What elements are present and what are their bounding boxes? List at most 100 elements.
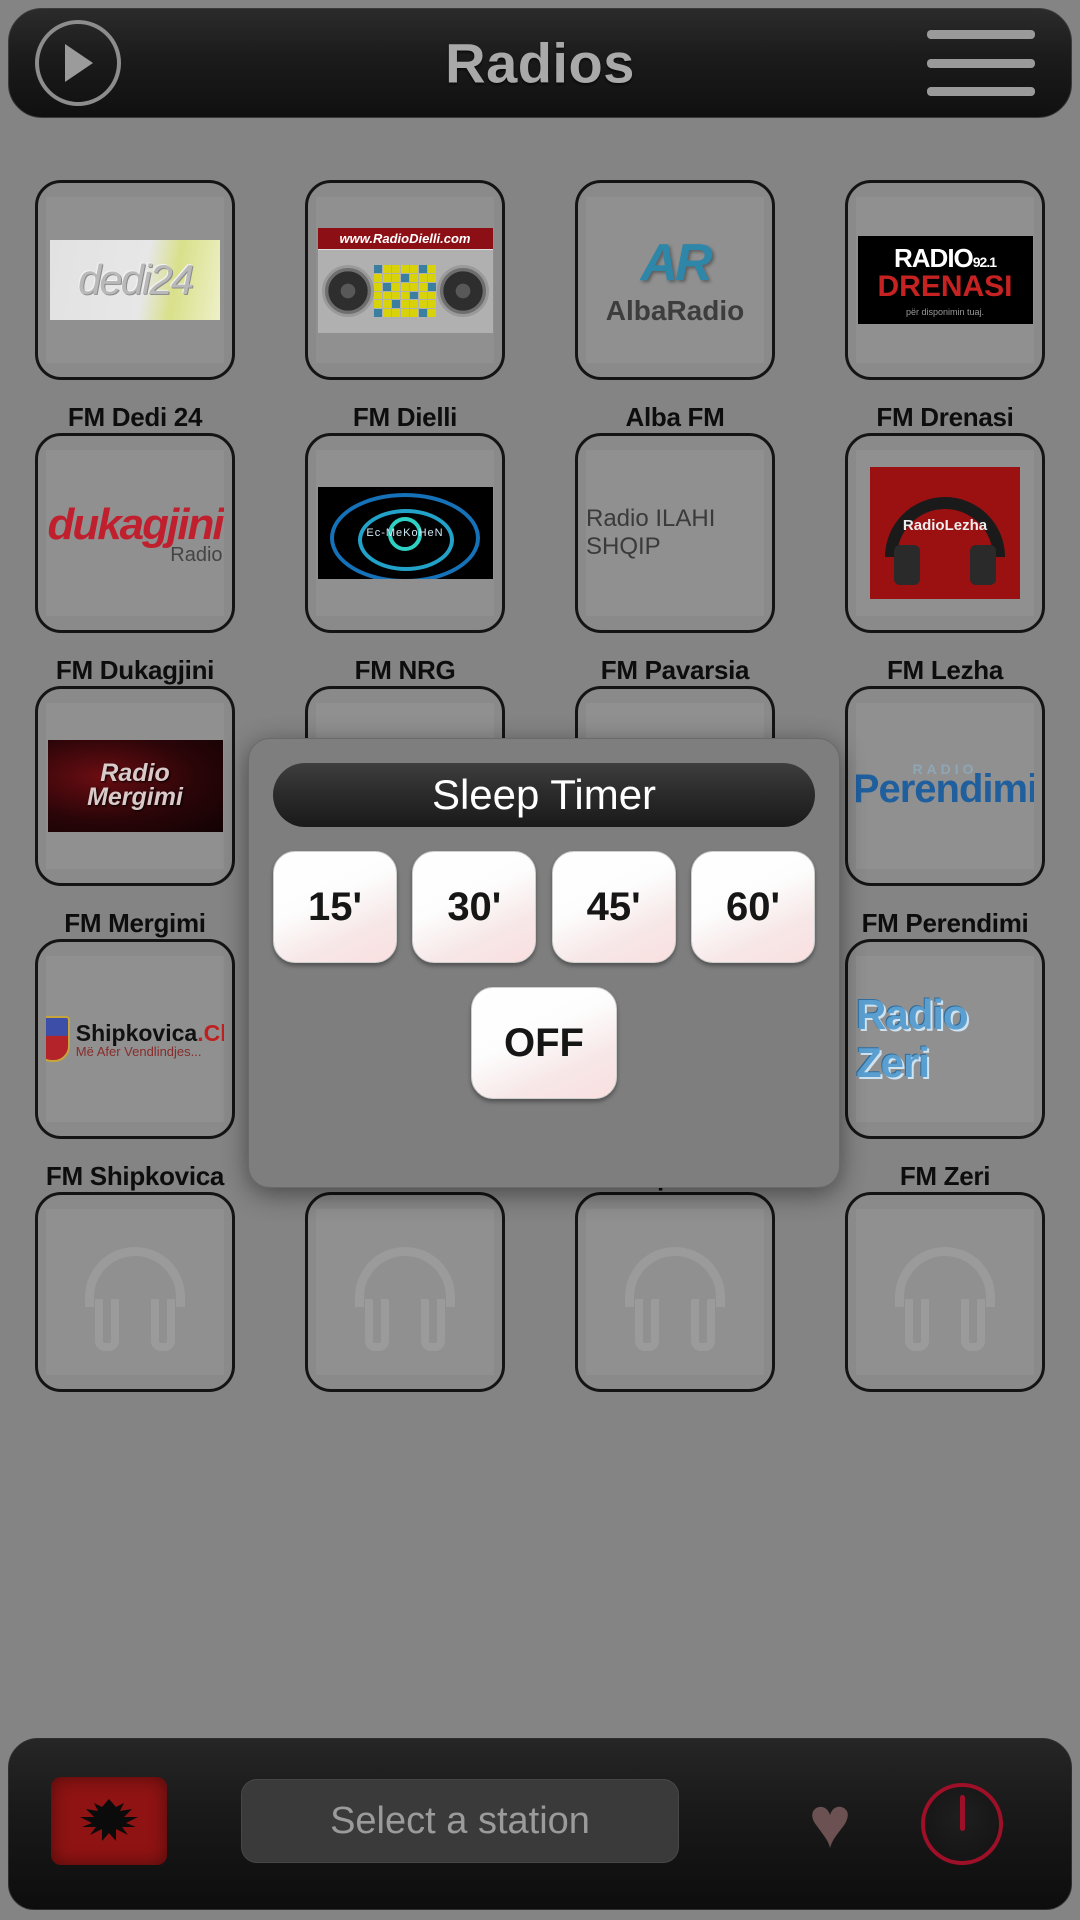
station-cell: Radio Zeri FM Zeri: [810, 939, 1080, 1192]
station-logo-art: RadioLezha: [870, 467, 1020, 599]
select-station-field[interactable]: Select a station: [241, 1779, 679, 1863]
station-cell: [540, 1192, 810, 1414]
station-label: FM NRG: [354, 655, 456, 685]
timer-option-45[interactable]: 45': [551, 851, 676, 963]
station-cell: www.RadioDielli.com FM Dielli: [270, 180, 540, 433]
station-cell: RADIO Perendimi FM Perendimi: [810, 686, 1080, 939]
station-tile[interactable]: Radio Zeri: [845, 939, 1045, 1139]
logo-text: dukagjini: [47, 499, 224, 549]
logo-text: Perendimi: [856, 766, 1034, 811]
station-tile[interactable]: RadioLezha: [845, 433, 1045, 633]
station-logo-art: dedi24: [50, 240, 220, 320]
logo-text: AlbaRadio: [605, 295, 745, 326]
timer-options-row: 15' 30' 45' 60': [273, 851, 815, 963]
station-tile[interactable]: dukagjini Radio: [35, 433, 235, 633]
page-title: Radios: [445, 31, 635, 95]
timer-option-15[interactable]: 15': [273, 851, 397, 963]
station-label: FM Pavarsia: [600, 655, 750, 685]
timer-option-30[interactable]: 30': [412, 851, 537, 963]
station-label: FM Drenasi: [876, 402, 1014, 432]
speaker-icon: [321, 265, 374, 317]
logo-tagline: për disponimin tuaj.: [905, 307, 985, 317]
station-cell: Radio ILAHI SHQIP FM Pavarsia: [540, 433, 810, 686]
logo-text: RadioLezha: [902, 516, 988, 534]
station-label: FM Dukagjini: [55, 655, 215, 685]
double-eagle-icon: [80, 1799, 138, 1841]
station-label: FM Dedi 24: [67, 402, 203, 432]
station-logo-art: RADIO Perendimi: [856, 761, 1034, 812]
station-logo-art: Radio ILAHI SHQIP: [586, 505, 716, 560]
station-label: FM Zeri: [899, 1161, 991, 1191]
app-header: Radios: [8, 8, 1072, 118]
station-cell: dedi24 FM Dedi 24: [0, 180, 270, 433]
station-logo-art: Shipkovica.ChMë Afer Vendlindjes...: [46, 1016, 224, 1062]
station-logo-art: Radio Zeri: [856, 991, 969, 1086]
bottom-toolbar: Select a station ♥: [8, 1738, 1072, 1910]
logo-text: Ec-MeKoHeN: [366, 527, 444, 539]
station-cell: Shipkovica.ChMë Afer Vendlindjes... FM Sh…: [0, 939, 270, 1192]
menu-line-2: [927, 58, 1035, 68]
station-tile[interactable]: [845, 1192, 1045, 1392]
station-cell: dukagjini Radio FM Dukagjini: [0, 433, 270, 686]
headphones-placeholder-icon: [885, 1237, 1005, 1351]
station-cell: RadioLezha FM Lezha: [810, 433, 1080, 686]
sleep-timer-dialog: Sleep Timer 15' 30' 45' 60' OFF: [248, 738, 840, 1188]
hamburger-menu-icon[interactable]: [927, 30, 1035, 96]
station-cell: Ec-MeKoHeN FM NRG: [270, 433, 540, 686]
station-label: Alba FM: [625, 402, 725, 432]
equalizer-icon: [374, 265, 436, 317]
logo-text: Shipkovica.Ch: [75, 1019, 224, 1046]
speaker-icon: [436, 265, 489, 317]
station-tile[interactable]: RADIO92.1 DRENASI për disponimin tuaj.: [845, 180, 1045, 380]
station-cell: Radio Mergimi FM Mergimi: [0, 686, 270, 939]
station-cell: AR AlbaRadio Alba FM: [540, 180, 810, 433]
station-logo-art: RADIO92.1 DRENASI për disponimin tuaj.: [857, 236, 1033, 324]
station-tile[interactable]: Ec-MeKoHeN: [305, 433, 505, 633]
station-tile[interactable]: RADIO Perendimi: [845, 686, 1045, 886]
station-logo-art: Ec-MeKoHeN: [317, 487, 493, 579]
station-label: FM Lezha: [886, 655, 1004, 685]
logo-text: dedi24: [77, 256, 194, 303]
heart-icon[interactable]: ♥: [791, 1787, 869, 1859]
station-tile[interactable]: Radio Mergimi: [35, 686, 235, 886]
station-cell: [0, 1192, 270, 1414]
station-tile[interactable]: [305, 1192, 505, 1392]
station-tile[interactable]: AR AlbaRadio: [575, 180, 775, 380]
station-tile[interactable]: Shipkovica.ChMë Afer Vendlindjes...: [35, 939, 235, 1139]
station-label: FM Perendimi: [861, 908, 1029, 938]
station-tile[interactable]: www.RadioDielli.com: [305, 180, 505, 380]
station-label: FM Mergimi: [64, 908, 206, 938]
app-root: Radios dedi24 FM Dedi 24 www.RadioDielli.c…: [0, 0, 1080, 1920]
station-tile[interactable]: Radio ILAHI SHQIP: [575, 433, 775, 633]
albanian-flag-icon[interactable]: [51, 1777, 167, 1865]
station-tile[interactable]: dedi24: [35, 180, 235, 380]
station-cell: RADIO92.1 DRENASI për disponimin tuaj. FM D…: [810, 180, 1080, 433]
headphones-placeholder-icon: [75, 1237, 195, 1351]
station-logo-art: www.RadioDielli.com: [317, 227, 493, 333]
station-tile[interactable]: [575, 1192, 775, 1392]
headphones-placeholder-icon: [615, 1237, 735, 1351]
station-label: FM Shipkovica: [45, 1161, 225, 1191]
logo-mark: AR: [640, 234, 712, 292]
station-logo-art: AR AlbaRadio: [606, 233, 744, 327]
headphones-placeholder-icon: [345, 1237, 465, 1351]
menu-line-3: [927, 87, 1035, 96]
timer-off-row: OFF: [273, 987, 815, 1099]
coat-of-arms-icon: [46, 1016, 70, 1062]
menu-line-1: [927, 30, 1035, 39]
station-cell: [270, 1192, 540, 1414]
timer-option-60[interactable]: 60': [690, 851, 815, 963]
logo-sub: Radio: [170, 543, 223, 566]
logo-text: Radio Mergimi: [87, 759, 183, 811]
station-tile[interactable]: [35, 1192, 235, 1392]
logo-text: www.RadioDielli.com: [317, 227, 493, 250]
station-logo-art: Radio Mergimi: [47, 740, 223, 832]
dialog-title: Sleep Timer: [273, 763, 815, 827]
station-cell: [810, 1192, 1080, 1414]
timer-option-off[interactable]: OFF: [471, 987, 617, 1099]
power-icon[interactable]: [921, 1783, 1003, 1865]
station-label: FM Dielli: [352, 402, 458, 432]
power-bar-icon: [959, 1795, 965, 1831]
station-logo-art: dukagjini Radio: [47, 499, 224, 567]
logo-name: DRENASI: [877, 270, 1013, 303]
